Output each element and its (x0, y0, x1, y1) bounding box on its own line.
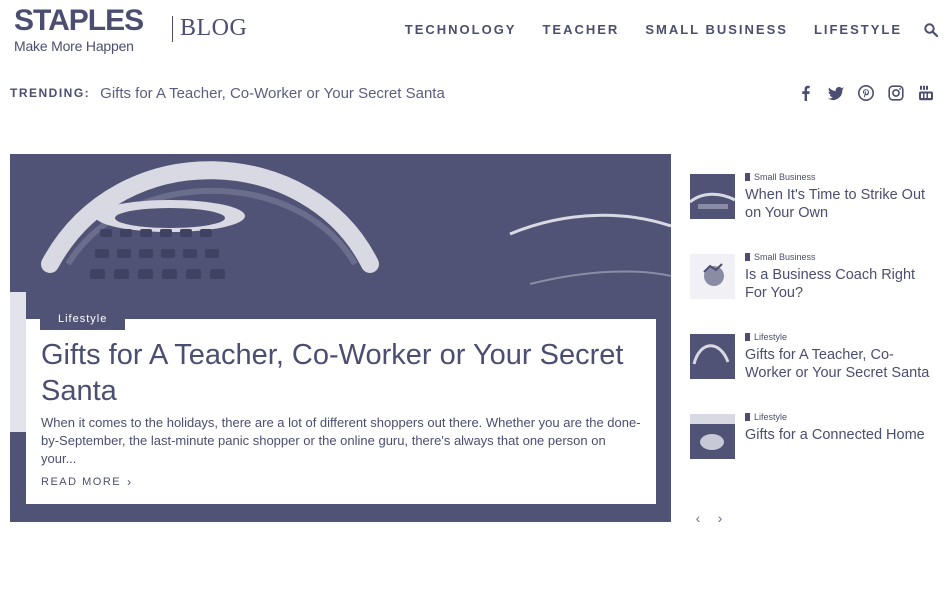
sidebar-post[interactable]: Lifestyle Gifts for a Connected Home (690, 410, 940, 490)
main-nav: TECHNOLOGY TEACHER SMALL BUSINESS LIFEST… (379, 22, 938, 37)
nav-lifestyle[interactable]: LIFESTYLE (814, 22, 902, 37)
chevron-left-icon[interactable]: ‹ (690, 510, 706, 526)
chevron-right-icon[interactable]: › (712, 510, 728, 526)
read-more-link[interactable]: READ MORE › (41, 475, 133, 489)
bookmark-icon (745, 173, 750, 181)
instagram-icon[interactable] (888, 85, 904, 101)
post-thumbnail (690, 254, 735, 299)
post-category: Small Business (745, 172, 816, 182)
post-category: Lifestyle (745, 412, 787, 422)
read-more-label: READ MORE (41, 476, 122, 488)
post-title[interactable]: When It's Time to Strike Out on Your Own (745, 186, 935, 222)
featured-post[interactable]: Gifts for A Teacher, Co-Worker or Your S… (10, 154, 671, 522)
trending-bar: TRENDING: Gifts for A Teacher, Co-Worker… (10, 82, 940, 104)
trending-label: TRENDING: (10, 86, 91, 100)
facebook-icon[interactable] (798, 85, 814, 101)
featured-post-card: Gifts for A Teacher, Co-Worker or Your S… (26, 319, 656, 504)
nav-teacher[interactable]: TEACHER (542, 22, 619, 37)
post-thumbnail (690, 414, 735, 459)
logo-tagline: Make More Happen (14, 38, 134, 54)
bookmark-icon (745, 333, 750, 341)
search-icon[interactable] (924, 22, 938, 37)
post-title[interactable]: Is a Business Coach Right For You? (745, 266, 935, 302)
nav-small-business[interactable]: SMALL BUSINESS (645, 22, 788, 37)
youtube-icon[interactable] (918, 85, 934, 101)
post-thumbnail (690, 174, 735, 219)
sidebar-post[interactable]: Small Business When It's Time to Strike … (690, 170, 940, 250)
post-thumbnail (690, 334, 735, 379)
post-category: Lifestyle (745, 332, 787, 342)
staples-logo[interactable]: STAPLES Make More Happen (14, 6, 159, 56)
logo-wordmark: STAPLES (14, 4, 144, 37)
site-header: STAPLES Make More Happen BLOG TECHNOLOGY… (0, 0, 950, 62)
nav-technology[interactable]: TECHNOLOGY (405, 22, 517, 37)
trending-link[interactable]: Gifts for A Teacher, Co-Worker or Your S… (100, 85, 445, 102)
post-title[interactable]: Gifts for A Teacher, Co-Worker or Your S… (745, 346, 935, 382)
sidebar-post[interactable]: Lifestyle Gifts for A Teacher, Co-Worker… (690, 330, 940, 410)
twitter-icon[interactable] (828, 85, 844, 101)
post-title[interactable]: Gifts for a Connected Home (745, 426, 935, 444)
post-category: Small Business (745, 252, 816, 262)
chevron-right-icon: › (127, 475, 133, 489)
sidebar-post[interactable]: Small Business Is a Business Coach Right… (690, 250, 940, 330)
bookmark-icon (745, 253, 750, 261)
bookmark-icon (745, 413, 750, 421)
blog-label[interactable]: BLOG (180, 15, 247, 42)
pinterest-icon[interactable] (858, 85, 874, 101)
featured-post-excerpt: When it comes to the holidays, there are… (41, 415, 641, 466)
sidebar-pagination: ‹ › (690, 510, 734, 526)
featured-post-title[interactable]: Gifts for A Teacher, Co-Worker or Your S… (41, 337, 641, 409)
recent-posts-sidebar: Small Business When It's Time to Strike … (690, 170, 940, 490)
featured-post-category[interactable]: Lifestyle (40, 308, 126, 330)
social-links (784, 82, 934, 104)
logo-divider (172, 16, 173, 42)
